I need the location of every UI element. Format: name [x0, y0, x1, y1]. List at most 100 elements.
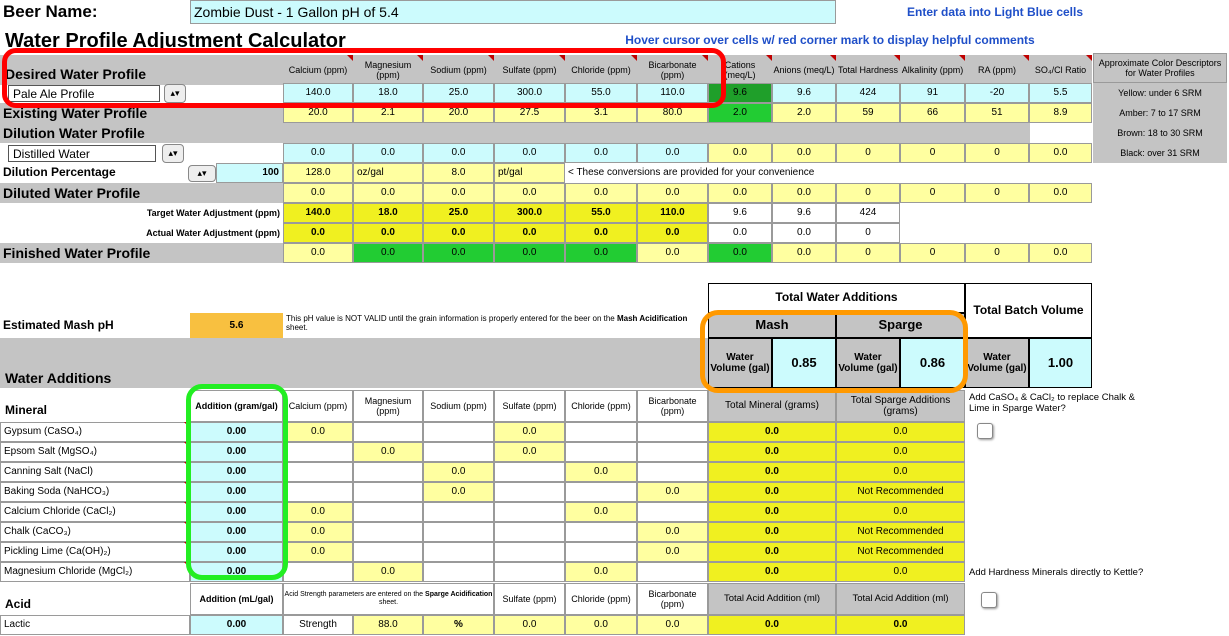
mineral-row-addition[interactable]: 0.00	[190, 522, 283, 542]
column-header-sulfate: Sulfate (ppm)	[502, 64, 557, 75]
diluted-so4cl-value: 0.0	[1029, 183, 1092, 203]
mineral-row-addition[interactable]: 0.00	[190, 422, 283, 442]
mash-ph-label: Estimated Mash pH	[3, 317, 114, 332]
mineral-row-chloride	[565, 442, 637, 462]
dilution-sodium-value[interactable]: 0.0	[423, 143, 494, 163]
acid-bicarbonate-header: Bicarbonate (ppm)	[637, 583, 708, 615]
mineral-row-addition[interactable]: 0.00	[190, 442, 283, 462]
total-batch-volume-header: Total Batch Volume	[965, 283, 1092, 338]
acid-sulfate-header: Sulfate (ppm)	[494, 583, 565, 615]
srm-title: Approximate Color Descriptors for Water …	[1093, 53, 1227, 83]
dilution-profile-label: Dilution Water Profile	[0, 123, 283, 143]
diluted-bicarbonate-value: 0.0	[637, 183, 708, 203]
diluted-alkalinity-value: 0	[900, 183, 965, 203]
mineral-row-total-sparge: 0.0	[836, 442, 965, 462]
acid-total-sparge-header: Total Acid Addition (ml)	[836, 583, 965, 615]
mineral-row-calcium: 0.0	[283, 502, 353, 522]
mineral-row-sodium	[423, 422, 494, 442]
mineral-row-name: Canning Salt (NaCl)	[0, 462, 190, 482]
mineral-row-addition[interactable]: 0.00	[190, 482, 283, 502]
caso4-replace-checkbox[interactable]	[977, 423, 993, 439]
finished-alkalinity-value: 0	[900, 243, 965, 263]
finished-cations-value: 0.0	[708, 243, 772, 263]
dilution-profile-select[interactable]: Distilled Water	[8, 145, 156, 162]
column-header-anions: Anions (meq/L)	[773, 64, 835, 75]
mineral-row-addition[interactable]: 0.00	[190, 462, 283, 482]
actual-cations-value: 0.0	[708, 223, 772, 243]
mineral-row-addition[interactable]: 0.00	[190, 502, 283, 522]
addition-header-sulfate: Sulfate (ppm)	[494, 390, 565, 422]
dilution-ra-value: 0	[965, 143, 1029, 163]
mineral-row-magnesium: 0.0	[353, 442, 423, 462]
mineral-row-calcium: 0.0	[283, 422, 353, 442]
actual-hardness-value: 0	[836, 223, 900, 243]
desired-bicarbonate-value: 110.0	[637, 83, 708, 103]
srm-yellow: Yellow: under 6 SRM	[1093, 83, 1227, 103]
desired-sulfate-value: 300.0	[494, 83, 565, 103]
addition-header-magnesium: Magnesium (ppm)	[353, 390, 423, 422]
conversion-pt-unit: pt/gal	[494, 163, 565, 183]
hardness-kettle-checkbox[interactable]	[981, 592, 997, 608]
dilution-stepper[interactable]: ▴▾	[188, 165, 216, 182]
acid-strength-value: 88.0	[353, 615, 423, 635]
addition-header-sodium: Sodium (ppm)	[423, 390, 494, 422]
srm-amber: Amber: 7 to 17 SRM	[1093, 103, 1227, 123]
mineral-row-total-sparge: 0.0	[836, 462, 965, 482]
mineral-row-magnesium	[353, 422, 423, 442]
dilution-bicarbonate-value[interactable]: 0.0	[637, 143, 708, 163]
mineral-row-chloride: 0.0	[565, 462, 637, 482]
desired-profile-chevron-icon[interactable]: ▴▾	[164, 84, 186, 103]
ph-note: This pH value is NOT VALID until the gra…	[286, 314, 688, 333]
mineral-row-chloride: 0.0	[565, 502, 637, 522]
diluted-hardness-value: 0	[836, 183, 900, 203]
mineral-row-sulfate: 0.0	[494, 422, 565, 442]
finished-profile-label: Finished Water Profile	[0, 243, 283, 263]
dilution-calcium-value[interactable]: 0.0	[283, 143, 353, 163]
diluted-magnesium-value: 0.0	[353, 183, 423, 203]
conversion-pt: 8.0	[423, 163, 494, 183]
conversion-note: < These conversions are provided for you…	[568, 167, 815, 179]
comment-marker-icon[interactable]	[1086, 55, 1092, 61]
dilution-profile-chevron-icon[interactable]: ▴▾	[162, 144, 184, 163]
mineral-row-chloride	[565, 542, 637, 562]
desired-profile-select[interactable]: Pale Ale Profile	[8, 85, 160, 102]
finished-sodium-value: 0.0	[423, 243, 494, 263]
dilution-chloride-value[interactable]: 0.0	[565, 143, 637, 163]
acid-strength-unit: %	[423, 615, 494, 635]
diluted-anions-value: 0.0	[772, 183, 836, 203]
dilution-magnesium-value[interactable]: 0.0	[353, 143, 423, 163]
existing-cations-value: 2.0	[708, 103, 772, 123]
batch-volume-value: 1.00	[1029, 338, 1092, 388]
acid-row-addition[interactable]: 0.00	[190, 615, 283, 635]
conversion-oz: 128.0	[283, 163, 353, 183]
actual-chloride-value: 0.0	[565, 223, 637, 243]
mineral-row-total-mash: 0.0	[708, 542, 836, 562]
hardness-kettle-note: Add Hardness Minerals directly to Kettle…	[969, 566, 1144, 578]
column-header-bicarbonate: Bicarbonate (ppm)	[648, 59, 697, 80]
mineral-row-addition[interactable]: 0.00	[190, 542, 283, 562]
mineral-row-sulfate	[494, 502, 565, 522]
mineral-row-name: Magnesium Chloride (MgCl₂)	[0, 562, 190, 582]
mineral-row-sulfate: 0.0	[494, 442, 565, 462]
actual-calcium-value: 0.0	[283, 223, 353, 243]
mash-ph-value: 5.6	[190, 313, 283, 338]
dilution-so4cl-value: 0.0	[1029, 143, 1092, 163]
mineral-row-total-mash: 0.0	[708, 562, 836, 582]
finished-bicarbonate-value: 0.0	[637, 243, 708, 263]
dilution-percentage-label: Dilution Percentage	[3, 165, 116, 180]
dilution-sulfate-value[interactable]: 0.0	[494, 143, 565, 163]
actual-bicarbonate-value: 0.0	[637, 223, 708, 243]
conversion-oz-unit: oz/gal	[353, 163, 423, 183]
dilution-percentage-input[interactable]: 100	[216, 163, 283, 183]
finished-calcium-value: 0.0	[283, 243, 353, 263]
mineral-row-name: Baking Soda (NaHCO₃)	[0, 482, 190, 502]
target-sulfate-value: 300.0	[494, 203, 565, 223]
mineral-row-sodium	[423, 562, 494, 582]
column-header-chloride: Chloride (ppm)	[571, 64, 631, 75]
mineral-row-addition[interactable]: 0.00	[190, 562, 283, 582]
mineral-row-bicarbonate	[637, 422, 708, 442]
beer-name-input[interactable]: Zombie Dust - 1 Gallon pH of 5.4	[190, 0, 836, 24]
mineral-row-name: Calcium Chloride (CaCl₂)	[0, 502, 190, 522]
existing-hardness-value: 59	[836, 103, 900, 123]
mineral-row-sulfate	[494, 482, 565, 502]
